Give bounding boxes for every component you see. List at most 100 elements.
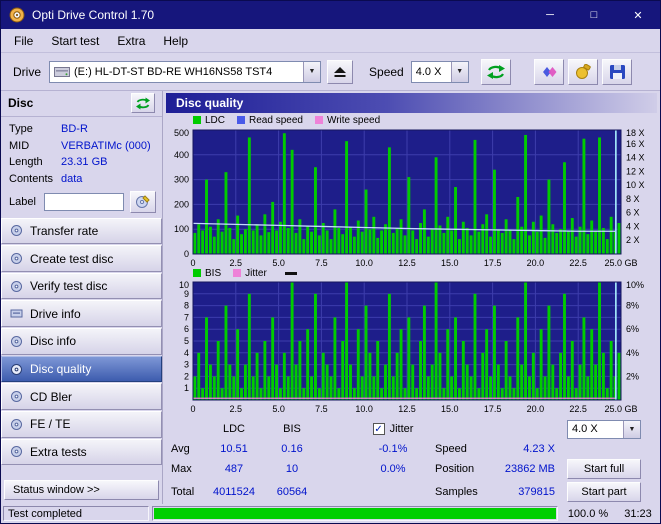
menu-extra[interactable]: Extra bbox=[108, 31, 154, 51]
menubar: File Start test Extra Help bbox=[1, 29, 660, 53]
close-button[interactable]: ✕ bbox=[616, 1, 660, 29]
svg-text:5: 5 bbox=[184, 336, 189, 346]
svg-text:8%: 8% bbox=[626, 301, 639, 311]
sidebar-item-drive-info[interactable]: Drive info bbox=[1, 300, 162, 328]
eject-button[interactable] bbox=[327, 59, 354, 84]
svg-text:500: 500 bbox=[174, 128, 189, 138]
disc-field-length: Length 23.31 GB bbox=[1, 154, 162, 171]
chevron-down-icon[interactable]: ▼ bbox=[623, 420, 640, 438]
avg-ldc: 10.51 bbox=[220, 442, 248, 455]
result-summary: LDC BIS ✓ Jitter 4.0 X ▼ Avg 10.51 0.16 … bbox=[163, 415, 660, 504]
save-button[interactable] bbox=[602, 58, 632, 85]
refresh-button[interactable] bbox=[480, 58, 511, 85]
drive-label: Drive bbox=[13, 64, 42, 79]
disc-field-contents: Contents data bbox=[1, 171, 162, 188]
svg-text:15.0: 15.0 bbox=[441, 258, 459, 267]
legend-bottom: BIS Jitter bbox=[193, 266, 660, 280]
speed-result-value: 4.23 X bbox=[523, 442, 555, 455]
svg-text:17.5: 17.5 bbox=[484, 258, 502, 267]
window-title: Opti Drive Control 1.70 bbox=[32, 8, 155, 22]
sidebar-item-cd-bler[interactable]: CD Bler bbox=[1, 383, 162, 410]
total-ldc: 4011524 bbox=[212, 486, 255, 499]
svg-text:0: 0 bbox=[184, 249, 189, 259]
sidebar-item-disc-info[interactable]: Disc info bbox=[1, 328, 162, 355]
write-speed-swatch bbox=[314, 116, 323, 125]
svg-text:2 X: 2 X bbox=[626, 235, 640, 245]
sidebar-item-disc-quality[interactable]: Disc quality bbox=[1, 355, 162, 383]
jitter-checkbox-label: Jitter bbox=[389, 423, 414, 436]
svg-text:7.5: 7.5 bbox=[315, 404, 328, 414]
progress-fill bbox=[154, 508, 556, 519]
clean-drive-button[interactable] bbox=[568, 58, 598, 85]
jitter-checkbox[interactable]: ✓ bbox=[372, 423, 385, 436]
chart-panel-header: Disc quality bbox=[166, 93, 657, 113]
sidebar-item-transfer-rate[interactable]: Transfer rate bbox=[1, 217, 162, 245]
svg-text:25.0 GB: 25.0 GB bbox=[604, 258, 637, 267]
label-input[interactable] bbox=[43, 192, 124, 211]
svg-text:6: 6 bbox=[184, 325, 189, 335]
legend-label: Jitter bbox=[245, 267, 267, 279]
jitter-swatch bbox=[233, 269, 242, 278]
sidebar-item-label: Extra tests bbox=[30, 444, 87, 459]
disc-field-mid: MID VERBATIMc (000) bbox=[1, 137, 162, 154]
field-label: Length bbox=[9, 156, 43, 169]
read-label-button[interactable] bbox=[129, 190, 156, 213]
chevron-down-icon[interactable]: ▼ bbox=[303, 61, 321, 82]
svg-text:300: 300 bbox=[174, 174, 189, 184]
maximize-button[interactable]: □ bbox=[572, 1, 616, 29]
start-full-button[interactable]: Start full bbox=[567, 459, 641, 480]
disc-panel-header: Disc bbox=[1, 91, 162, 117]
menu-help[interactable]: Help bbox=[154, 31, 197, 51]
sidebar-item-label: Verify test disc bbox=[30, 279, 108, 294]
main-area: Disc quality LDC Read speed Write speed … bbox=[163, 91, 660, 504]
speed-select-bottom[interactable]: 4.0 X ▼ bbox=[567, 419, 641, 439]
svg-text:15.0: 15.0 bbox=[441, 404, 459, 414]
menu-start-test[interactable]: Start test bbox=[42, 31, 108, 51]
ldc-chart: 500 400 300 200 100 00 2.5 5.0 7.5 10.0 12.5 15.0 17… bbox=[174, 128, 645, 267]
bis-column-header: BIS bbox=[283, 423, 301, 436]
chevron-down-icon[interactable]: ▼ bbox=[450, 61, 468, 82]
speed-select[interactable]: 4.0 X ▼ bbox=[410, 60, 469, 83]
svg-text:12 X: 12 X bbox=[626, 166, 645, 176]
field-label: Contents bbox=[9, 173, 54, 186]
sidebar-item-create-test-disc[interactable]: Create test disc bbox=[1, 245, 162, 272]
status-window-button[interactable]: Status window >> bbox=[4, 480, 159, 500]
clean-drive-icon bbox=[576, 63, 591, 79]
legend-label: BIS bbox=[205, 267, 222, 279]
speed-value: 4.0 X bbox=[415, 65, 442, 78]
max-row: Max 487 10 0.0% Position 23862 MB Start … bbox=[163, 458, 660, 481]
row-label: Avg bbox=[171, 442, 190, 455]
svg-text:17.5: 17.5 bbox=[484, 404, 502, 414]
svg-text:7: 7 bbox=[184, 313, 189, 323]
disc-field-type: Type BD-R bbox=[1, 121, 162, 138]
chart-panel-title: Disc quality bbox=[176, 95, 244, 110]
erase-disc-button[interactable] bbox=[534, 58, 564, 85]
svg-text:5.0: 5.0 bbox=[272, 404, 285, 414]
label-label: Label bbox=[9, 195, 36, 208]
sidebar-item-fe-te[interactable]: FE / TE bbox=[1, 410, 162, 438]
elapsed-time: 31:23 bbox=[618, 506, 658, 521]
svg-text:2.5: 2.5 bbox=[230, 404, 243, 414]
sidebar-item-extra-tests[interactable]: Extra tests bbox=[1, 438, 162, 466]
svg-text:8: 8 bbox=[184, 301, 189, 311]
field-label: MID bbox=[9, 139, 30, 152]
svg-text:7.5: 7.5 bbox=[315, 258, 328, 267]
sidebar-item-verify-test-disc[interactable]: Verify test disc bbox=[1, 272, 162, 300]
svg-text:16 X: 16 X bbox=[626, 139, 645, 149]
minimize-button[interactable]: ─ bbox=[528, 1, 572, 29]
menu-file[interactable]: File bbox=[5, 31, 42, 51]
legend-top: LDC Read speed Write speed bbox=[193, 113, 660, 128]
field-value[interactable]: data bbox=[61, 173, 82, 185]
svg-text:8 X: 8 X bbox=[626, 194, 640, 204]
svg-text:2: 2 bbox=[184, 372, 189, 382]
refresh-icon bbox=[136, 97, 150, 110]
start-part-button[interactable]: Start part bbox=[567, 482, 641, 503]
status-text: Test completed bbox=[3, 506, 149, 521]
svg-text:12.5: 12.5 bbox=[398, 258, 416, 267]
drive-select[interactable]: (E:) HL-DT-ST BD-RE WH16NS58 TST4 ▼ bbox=[49, 60, 322, 83]
position-label: Position bbox=[435, 463, 475, 476]
disc-refresh-button[interactable] bbox=[131, 93, 155, 114]
svg-text:10.0: 10.0 bbox=[355, 258, 373, 267]
svg-text:14 X: 14 X bbox=[626, 152, 645, 162]
fe-te-icon bbox=[10, 418, 23, 431]
